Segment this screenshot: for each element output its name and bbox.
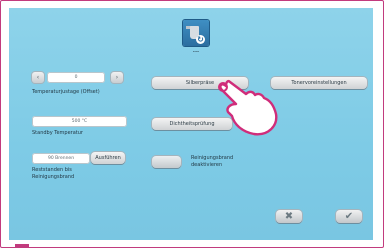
cleaning-firing-label-line2: deaktivieren <box>191 162 223 168</box>
execute-button[interactable]: Ausführen <box>91 152 125 164</box>
standby-temperature-field[interactable]: 500 °C <box>32 116 127 127</box>
furnace-icon[interactable]: ↻ <box>183 20 209 46</box>
cleaning-firing-label-line1: Reinigungsbrand <box>191 155 234 161</box>
remaining-firings-label-line2: Reinigungsbrand <box>32 174 75 180</box>
remaining-firings-label-line1: Reststanden bis <box>32 167 72 173</box>
hand-pointer-icon <box>218 80 278 136</box>
standby-temperature-label: Standby Temperatur <box>32 130 83 136</box>
confirm-button[interactable]: ✔ <box>336 210 362 223</box>
temperature-offset-field[interactable]: 0 <box>47 72 105 83</box>
cancel-button[interactable]: ✖ <box>276 210 302 223</box>
close-icon: ✖ <box>284 211 294 222</box>
temperature-offset-label: Temperaturjustage (Offset) <box>32 89 100 95</box>
refresh-badge-icon: ↻ <box>196 35 205 44</box>
selected-program-label: ••• <box>192 50 200 54</box>
cleaning-firing-toggle[interactable] <box>152 156 181 168</box>
temperature-increase-button[interactable]: › <box>111 72 123 83</box>
remaining-firings-field[interactable]: 90 Brennen <box>32 153 90 164</box>
checkmark-icon: ✔ <box>344 211 354 222</box>
toner-presets-button[interactable]: Tonervoreinstellungen <box>271 77 367 89</box>
temperature-decrease-button[interactable]: ‹ <box>32 72 44 83</box>
corner-mark <box>15 244 29 248</box>
